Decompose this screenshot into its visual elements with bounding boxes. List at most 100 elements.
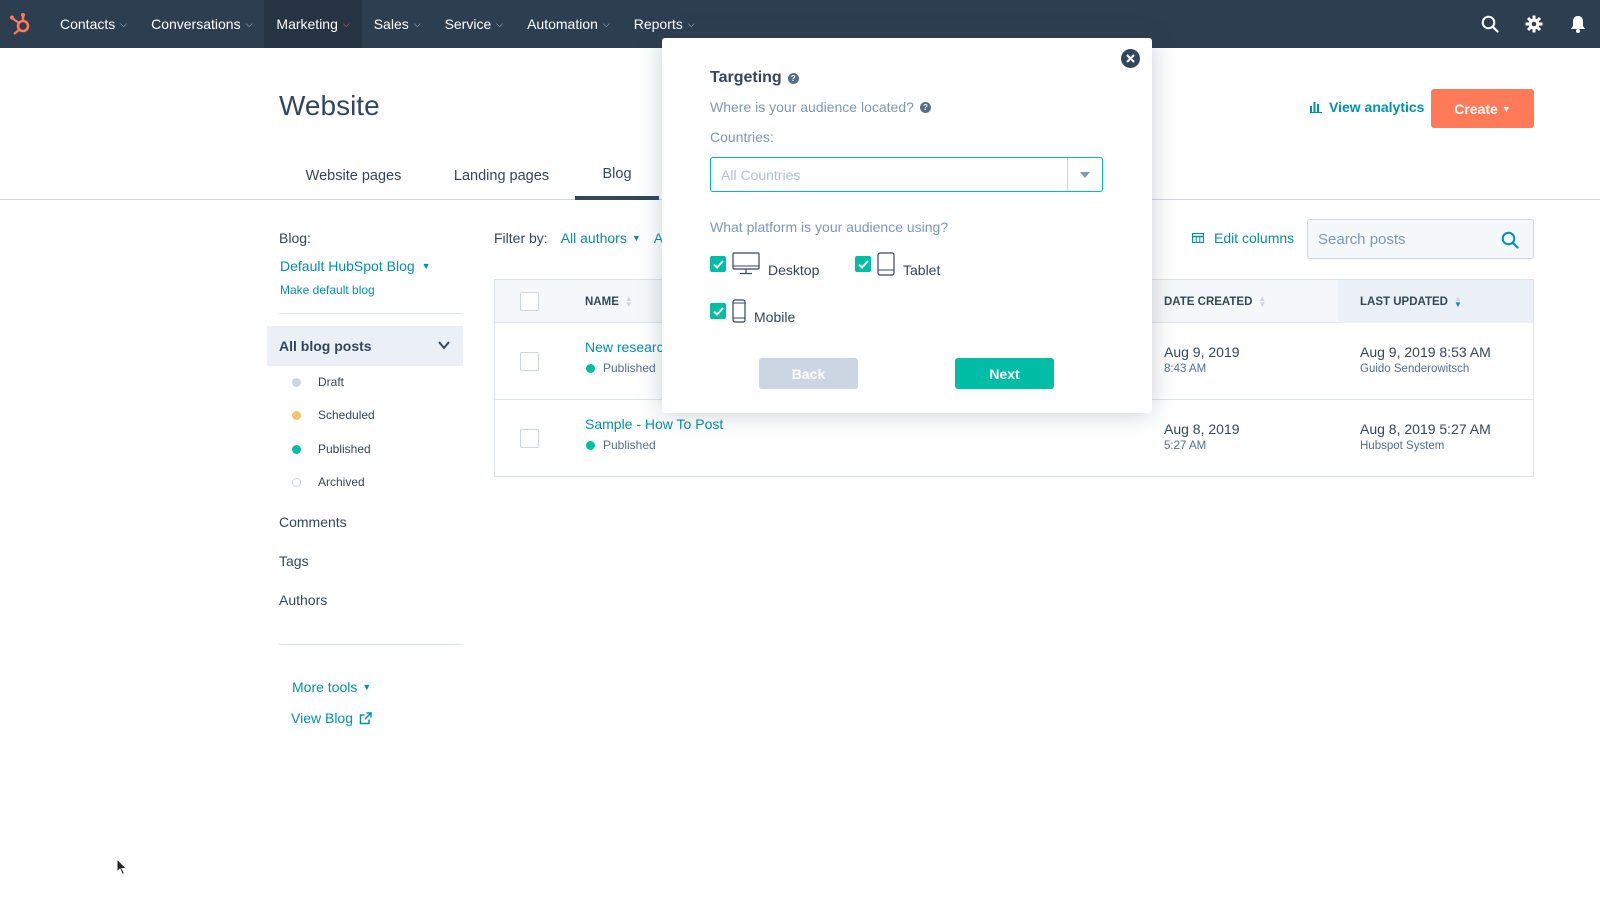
tab-website-pages[interactable]: Website pages [292, 152, 415, 200]
countries-label: Countries: [710, 129, 774, 145]
countries-select[interactable] [710, 157, 1103, 192]
nav-contacts[interactable]: Contacts ⌵ [48, 0, 139, 48]
search-posts-input[interactable] [1318, 230, 1488, 248]
nav-sales[interactable]: Sales ⌵ [362, 0, 433, 48]
help-icon[interactable]: ? [787, 72, 799, 84]
chevron-down-icon: ⌵ [687, 18, 695, 29]
tab-label: Landing pages [453, 168, 550, 184]
sidebar-item-all-blog-posts[interactable]: All blog posts [267, 326, 463, 366]
platform-tablet[interactable]: Tablet [855, 250, 940, 278]
status-label: Published [603, 438, 656, 452]
tab-label: Blog [602, 166, 632, 182]
time-created: 8:43 AM [1164, 363, 1207, 375]
tab-landing-pages[interactable]: Landing pages [441, 152, 562, 200]
blog-name: Default HubSpot Blog [280, 258, 415, 274]
select-all-checkbox[interactable] [520, 292, 539, 311]
next-button[interactable]: Next [955, 358, 1054, 389]
sidebar-item-authors[interactable]: Authors [279, 592, 327, 608]
filter-label: All authors [560, 230, 627, 246]
sort-descending-icon: ▲ ▼ [1453, 293, 1462, 309]
nav-conversations[interactable]: Conversations ⌵ [139, 0, 264, 48]
nav-label: Sales [373, 16, 409, 32]
column-header-label: NAME [585, 295, 619, 308]
all-authors-filter[interactable]: All authors ▼ [561, 230, 641, 246]
dropdown-toggle[interactable] [1067, 158, 1102, 191]
edit-columns-label: Edit columns [1214, 230, 1295, 246]
checkmark-icon [712, 259, 724, 269]
caret-down-icon: ▼ [421, 261, 431, 271]
sidebar-item-comments[interactable]: Comments [279, 514, 347, 530]
status-label: Published [603, 361, 656, 375]
status-dot [292, 410, 301, 420]
nav-label: Marketing [276, 16, 338, 32]
filter-by-label: Filter by: [494, 230, 548, 246]
countries-input[interactable] [721, 158, 1061, 191]
platform-desktop[interactable]: Desktop [710, 250, 819, 278]
platform-question-text: What platform is your audience using? [710, 219, 949, 235]
mobile-phone-icon [732, 299, 746, 323]
platform-question: What platform is your audience using? [710, 219, 948, 235]
nav-marketing[interactable]: Marketing ⌵ [264, 0, 362, 48]
external-link-icon [359, 711, 372, 724]
chevron-down-icon: ⌵ [602, 18, 610, 29]
platform-label: Tablet [903, 262, 941, 278]
tablet-checkbox[interactable] [855, 256, 871, 272]
status-dot [292, 477, 301, 487]
platform-mobile[interactable]: Mobile [710, 297, 795, 325]
location-question: Where is your audience located? ? [710, 99, 931, 115]
hubspot-logo-icon[interactable] [0, 0, 40, 48]
edit-columns-link[interactable]: Edit columns [1192, 230, 1294, 246]
sidebar-item-draft[interactable]: Draft [292, 375, 344, 389]
create-button[interactable]: Create ▼ [1431, 89, 1534, 128]
tab-blog[interactable]: Blog [575, 152, 659, 200]
search-icon[interactable] [1468, 0, 1512, 48]
status-dot [586, 440, 595, 450]
mobile-checkbox[interactable] [710, 303, 726, 319]
date-created: Aug 9, 2019 [1164, 344, 1240, 360]
bar-chart-icon [1310, 102, 1322, 113]
date-created: Aug 8, 2019 [1164, 421, 1240, 437]
status-dot [292, 444, 301, 454]
row-checkbox[interactable] [520, 352, 539, 371]
blog-label: Blog: [279, 230, 311, 246]
back-button[interactable]: Back [759, 358, 858, 389]
chevron-down-icon: ⌵ [245, 18, 253, 29]
gear-icon[interactable] [1512, 0, 1556, 48]
platform-label: Desktop [768, 262, 820, 278]
blog-selector[interactable]: Default HubSpot Blog ▼ [280, 258, 431, 274]
columns-icon [1192, 233, 1204, 243]
view-analytics-link[interactable]: View analytics [1310, 99, 1424, 115]
status-label: Scheduled [318, 408, 375, 422]
nav-label: Automation [527, 16, 598, 32]
sidebar-item-published[interactable]: Published [292, 442, 371, 456]
sidebar-item-tags[interactable]: Tags [279, 553, 309, 569]
post-title-link[interactable]: New researc [585, 339, 664, 355]
column-header-name[interactable]: NAME ▲ ▼ [585, 280, 633, 323]
nav-automation[interactable]: Automation ⌵ [515, 0, 622, 48]
help-icon[interactable]: ? [919, 101, 931, 113]
bell-icon[interactable] [1556, 0, 1600, 48]
make-default-blog-link[interactable]: Make default blog [280, 283, 375, 297]
status-label: Archived [318, 475, 365, 489]
close-icon[interactable] [1121, 49, 1140, 68]
caret-down-icon [1080, 171, 1090, 178]
nav-service[interactable]: Service ⌵ [433, 0, 516, 48]
post-title-link[interactable]: Sample - How To Post [585, 416, 723, 432]
caret-down-icon: ▼ [1501, 103, 1511, 114]
sidebar-item-scheduled[interactable]: Scheduled [292, 408, 375, 422]
desktop-checkbox[interactable] [710, 256, 726, 272]
view-blog-link[interactable]: View Blog [291, 710, 372, 726]
checkmark-icon [712, 306, 724, 316]
more-tools-label: More tools [292, 679, 358, 695]
time-created: 5:27 AM [1164, 440, 1207, 452]
row-checkbox[interactable] [520, 429, 539, 448]
search-posts-box [1307, 219, 1534, 259]
more-tools-dropdown[interactable]: More tools ▼ [292, 679, 371, 695]
page-title: Website [279, 90, 380, 121]
sidebar-item-archived[interactable]: Archived [292, 475, 365, 489]
sort-icon: ▲ ▼ [1258, 293, 1267, 309]
column-header-label: LAST UPDATED [1360, 295, 1448, 308]
column-header-date-created[interactable]: DATE CREATED ▲ ▼ [1164, 280, 1266, 323]
column-header-last-updated[interactable]: LAST UPDATED ▲ ▼ [1338, 280, 1533, 323]
search-icon[interactable] [1501, 231, 1519, 249]
